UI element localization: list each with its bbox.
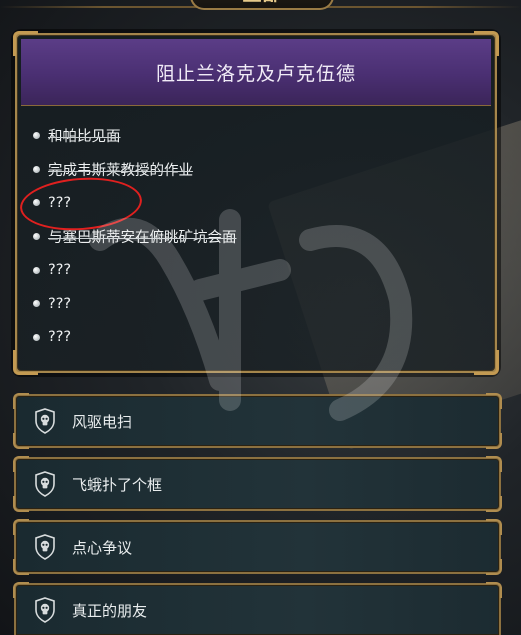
objective-item: ??? bbox=[17, 186, 495, 220]
objective-text: ??? bbox=[48, 329, 72, 346]
quest-list-item-label: 风驱电扫 bbox=[72, 412, 133, 431]
row-corner-ornament bbox=[13, 519, 29, 535]
bullet-icon bbox=[33, 333, 40, 341]
row-corner-ornament bbox=[13, 496, 29, 512]
row-corner-ornament bbox=[486, 456, 502, 472]
row-corner-ornament bbox=[486, 496, 502, 512]
bullet-icon bbox=[33, 165, 40, 173]
row-corner-ornament bbox=[13, 559, 29, 575]
objective-text: ??? bbox=[48, 194, 72, 211]
quest-list-item-label: 飞蛾扑了个框 bbox=[72, 475, 163, 494]
row-corner-ornament bbox=[13, 456, 29, 472]
objective-item: ??? bbox=[17, 321, 495, 355]
objective-text: 与塞巴斯蒂安在俯眺矿坑会面 bbox=[48, 230, 237, 247]
bullet-icon bbox=[33, 132, 40, 140]
row-corner-ornament bbox=[486, 582, 502, 598]
quest-list-item[interactable]: 真正的朋友 bbox=[13, 582, 502, 635]
objective-item: 和帕比见面 bbox=[17, 119, 495, 153]
row-corner-ornament bbox=[486, 393, 502, 409]
objective-list: 和帕比见面 完成韦斯莱教授的作业 ??? 与塞巴斯蒂安在俯眺矿坑会面 ??? ?… bbox=[17, 119, 495, 354]
objective-item: 完成韦斯莱教授的作业 bbox=[17, 153, 495, 187]
quest-list-item[interactable]: 点心争议 bbox=[13, 519, 502, 575]
quest-list-item[interactable]: 风驱电扫 bbox=[13, 393, 502, 449]
row-corner-ornament bbox=[486, 519, 502, 535]
row-corner-ornament bbox=[13, 582, 29, 598]
quest-list-item[interactable]: 飞蛾扑了个框 bbox=[13, 456, 502, 512]
objective-text: 完成韦斯莱教授的作业 bbox=[48, 162, 193, 179]
shield-skull-icon bbox=[35, 471, 55, 497]
quest-detail-panel: 阻止兰洛克及卢克伍德 和帕比见面 完成韦斯莱教授的作业 ??? 与塞巴斯蒂安在俯… bbox=[13, 31, 499, 375]
objective-item: 与塞巴斯蒂安在俯眺矿坑会面 bbox=[17, 220, 495, 254]
objective-item: ??? bbox=[17, 253, 495, 287]
tab-all[interactable]: 全部 bbox=[190, 0, 334, 10]
bullet-icon bbox=[33, 233, 40, 241]
quest-list-item-label: 真正的朋友 bbox=[72, 601, 148, 620]
row-corner-ornament bbox=[13, 393, 29, 409]
objective-text: 和帕比见面 bbox=[48, 129, 121, 146]
quest-list-item-label: 点心争议 bbox=[72, 538, 133, 557]
row-corner-ornament bbox=[486, 433, 502, 449]
shield-skull-icon bbox=[35, 408, 55, 434]
row-corner-ornament bbox=[486, 559, 502, 575]
objective-text: ??? bbox=[48, 295, 72, 312]
quest-title: 阻止兰洛克及卢克伍德 bbox=[155, 62, 356, 85]
objective-text: ??? bbox=[48, 262, 72, 279]
bullet-icon bbox=[33, 266, 40, 274]
objective-item: ??? bbox=[17, 287, 495, 321]
shield-skull-icon bbox=[35, 534, 55, 560]
bullet-icon bbox=[33, 199, 40, 207]
bullet-icon bbox=[33, 300, 40, 308]
row-corner-ornament bbox=[13, 433, 29, 449]
shield-skull-icon bbox=[35, 597, 55, 623]
quest-header: 阻止兰洛克及卢克伍德 bbox=[21, 39, 491, 106]
tab-all-label: 全部 bbox=[242, 0, 282, 8]
